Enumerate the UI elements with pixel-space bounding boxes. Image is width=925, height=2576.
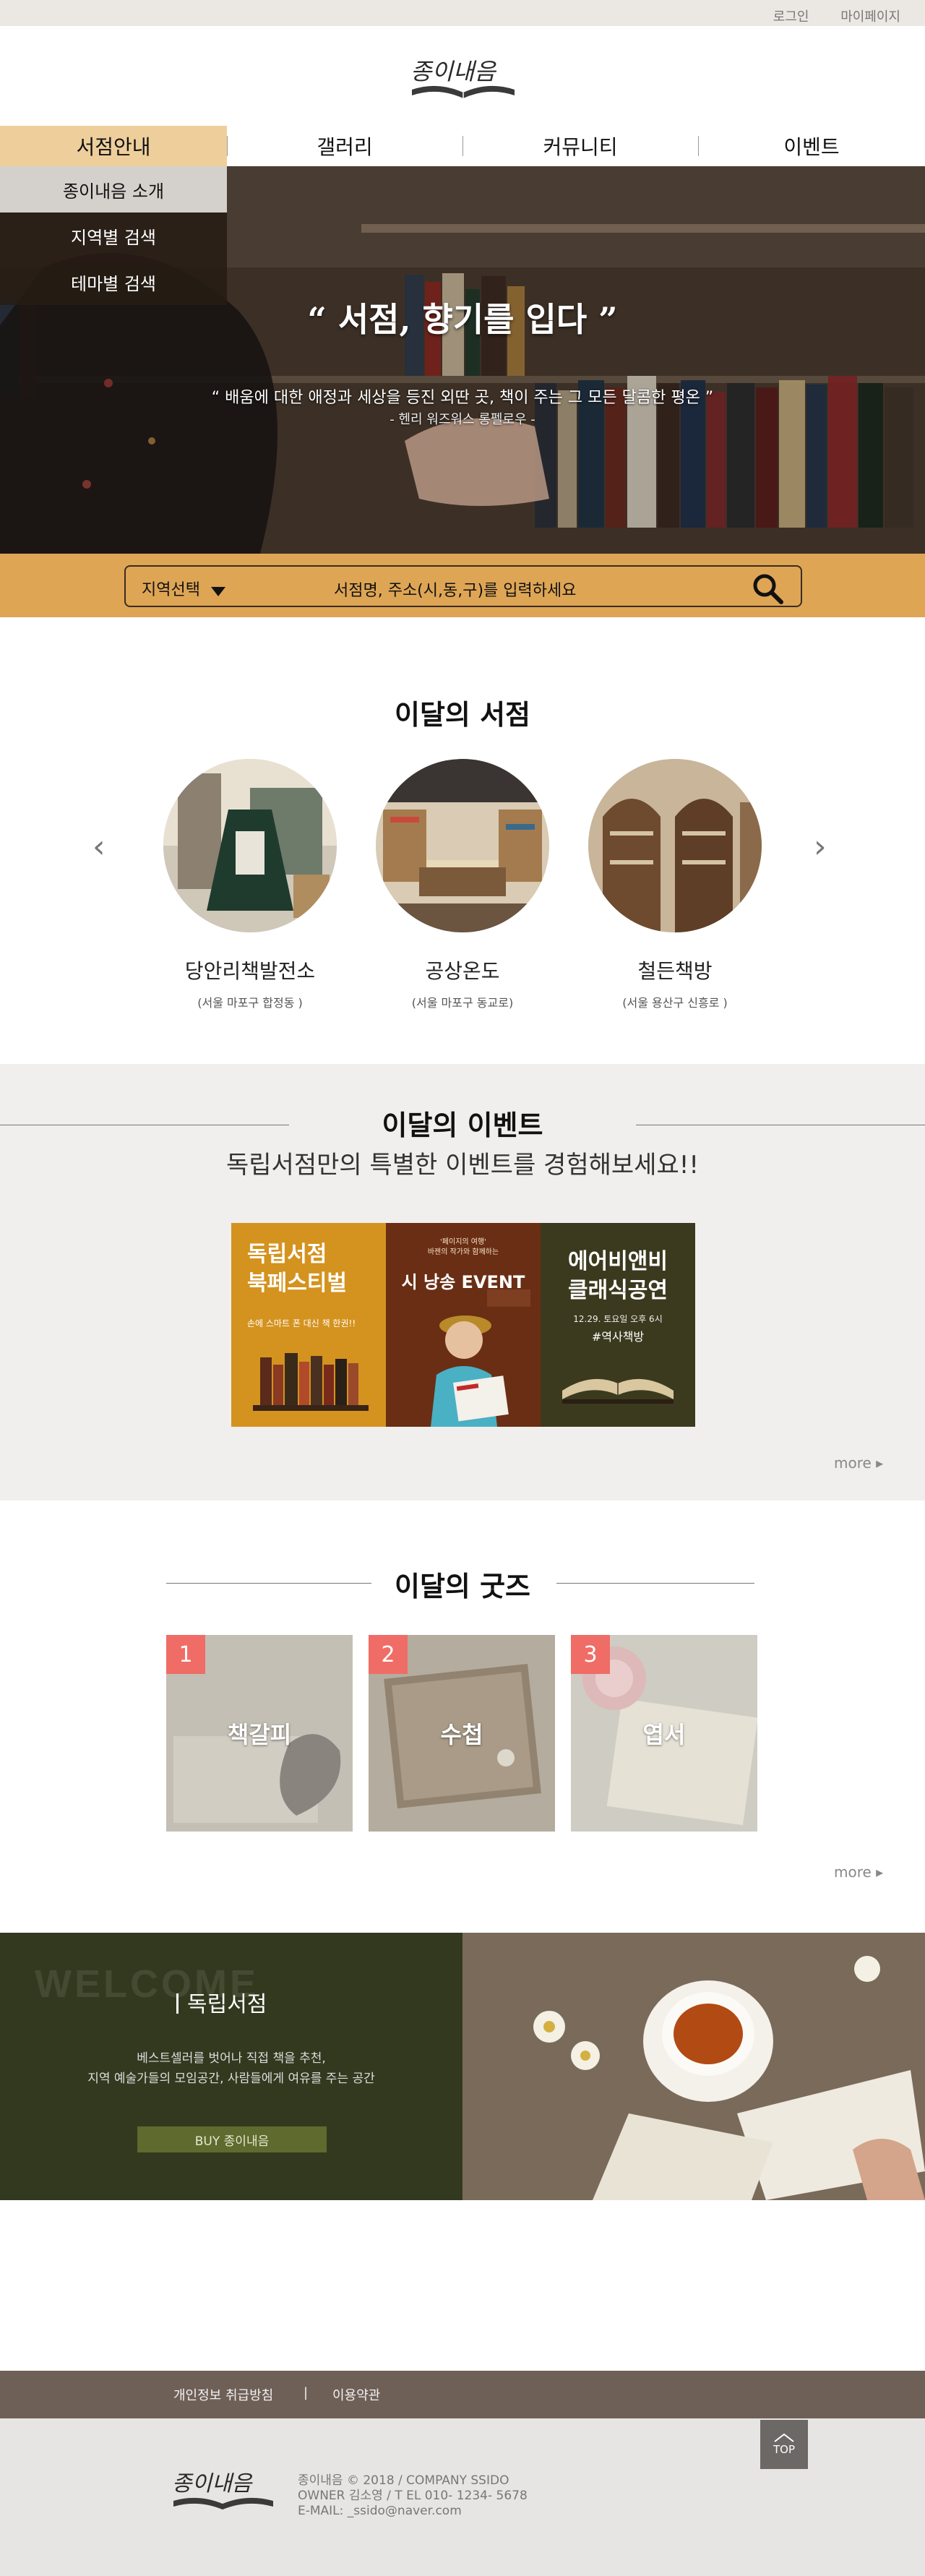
company-info-line2: OWNER 김소영 / T EL 010- 1234- 5678 [298,2489,528,2503]
company-info-line3: E-MAIL: _ssido@naver.com [298,2504,462,2518]
goods-card-notebook[interactable]: 수첩 2 [369,1635,555,1832]
goods-number-badge: 1 [166,1635,205,1674]
goods-card-bookmark[interactable]: 책갈피 1 [166,1635,353,1832]
nav-item-event[interactable]: 이벤트 [698,126,925,166]
store-photo [163,759,337,932]
welcome-tea-photo [462,1933,925,2200]
welcome-description: 베스트셀러를 벗어나 직접 책을 추천, 지역 예술가들의 모임공간, 사람들에… [0,2048,462,2089]
back-to-top-button[interactable]: TOP [760,2420,808,2469]
store-address: (서울 용산구 신흥로 ) [622,996,728,1010]
company-info-line1: 종이내음 © 2018 / COMPANY SSIDO [298,2473,509,2488]
top-utility-bar: 로그인 마이페이지 [0,0,925,26]
buy-button[interactable]: BUY 종이내음 [137,2126,327,2152]
utility-links: 로그인 마이페이지 [746,7,900,25]
chevron-left-icon[interactable]: ‹ [92,828,106,865]
goods-card-postcard[interactable]: 엽서 3 [571,1635,757,1832]
search-bar: 지역선택 서점명, 주소(시,동,구)를 입력하세요 [0,554,925,617]
store-name: 당안리책발전소 [184,959,316,983]
mypage-link[interactable]: 마이페이지 [840,9,900,25]
search-icon[interactable] [752,572,783,604]
events-subtitle: 독립서점만의 특별한 이벤트를 경험해보세요!! [225,1151,699,1180]
footer-logo: 종이내음 [172,2471,273,2510]
dropdown-item-region-search[interactable]: 지역별 검색 [0,212,227,259]
svg-text:종이내음: 종이내음 [410,58,496,85]
nav-dropdown: 종이내음 소개 지역별 검색 테마별 검색 [0,166,227,305]
poet-photo [431,1289,530,1427]
events-more-link[interactable]: more ▸ [834,1454,883,1472]
goods-number-badge: 3 [571,1635,610,1674]
event-banner-concert[interactable]: 에어비앤비 클래식공연 12.29. 토요일 오후 6시 #역사책방 [541,1223,695,1427]
store-card[interactable]: 철든책방 (서울 용산구 신흥로 ) [588,759,762,1010]
open-book-illustration [562,1378,674,1404]
store-card[interactable]: 당안리책발전소 (서울 마포구 합정동 ) [163,759,337,1010]
store-card[interactable]: 공상온도 (서울 마포구 동교로) [376,759,549,1010]
login-link[interactable]: 로그인 [773,9,809,25]
hero-subquote: “ 배움에 대한 애정과 세상을 등진 외딴 곳, 책이 주는 그 모든 달콤한… [211,389,714,407]
nav-item-community[interactable]: 커뮤니티 [462,126,698,166]
search-input[interactable]: 서점명, 주소(시,동,구)를 입력하세요 [334,578,577,601]
welcome-line2: 지역 예술가들의 모임공간, 사람들에게 여유를 주는 공간 [87,2071,375,2086]
dropdown-item-intro[interactable]: 종이내음 소개 [0,166,227,212]
stores-section-title: 이달의 서점 [394,699,531,731]
store-address: (서울 마포구 동교로) [411,996,514,1010]
welcome-section: WELCOME 독립서점 베스트셀러를 벗어나 직접 책을 추천, 지역 예술가… [0,1933,462,2200]
store-name: 공상온도 [425,959,500,983]
logo-book-icon: 종이내음 [410,58,515,98]
search-box: 지역선택 서점명, 주소(시,동,구)를 입력하세요 [124,565,802,607]
main-nav: 서점안내 갤러리 커뮤니티 이벤트 [0,126,925,166]
store-photo [588,759,762,932]
event-banner-poetry[interactable]: '페이지의 여행' 바젠의 작가와 함께하는 시 낭송 EVENT [386,1223,541,1427]
goods-number-badge: 2 [369,1635,408,1674]
footer-divider: | [304,2385,309,2400]
goods-section-title: 이달의 굿즈 [394,1571,531,1602]
hero-author: - 헨리 워즈워스 롱펠로우 - [390,412,535,427]
terms-link[interactable]: 이용약관 [332,2385,380,2404]
privacy-policy-link[interactable]: 개인정보 취급방침 [173,2385,273,2404]
welcome-title-text: 독립서점 [187,1992,267,2017]
chevron-up-icon [774,2433,794,2442]
event-banner-festival[interactable]: 독립서점 북페스티벌 손에 스마트 폰 대신 책 한권!! [231,1223,386,1427]
region-select[interactable]: 지역선택 [142,577,225,600]
store-photo [376,759,549,932]
dropdown-item-theme-search[interactable]: 테마별 검색 [0,259,227,305]
store-address: (서울 마포구 합정동 ) [197,996,303,1010]
chevron-down-icon [210,587,225,596]
region-select-label: 지역선택 [142,581,200,599]
chevron-right-icon[interactable]: › [814,828,827,865]
goods-more-link[interactable]: more ▸ [834,1863,883,1881]
footer-links-bar: 개인정보 취급방침 | 이용약관 [0,2371,925,2418]
svg-text:종이내음: 종이내음 [172,2471,253,2496]
site-logo[interactable]: 종이내음 [406,48,520,110]
company-info: 종이내음 © 2018 / COMPANY SSIDO OWNER 김소영 / … [298,2473,528,2519]
welcome-line1: 베스트셀러를 벗어나 직접 책을 추천, [137,2051,326,2066]
nav-item-bookstore[interactable]: 서점안내 [0,126,227,166]
store-name: 철든책방 [637,959,713,983]
back-to-top-label: TOP [773,2443,795,2456]
events-section-title: 이달의 이벤트 [382,1109,543,1141]
books-illustration [253,1353,369,1411]
nav-item-gallery[interactable]: 갤러리 [227,126,462,166]
welcome-title: 독립서점 [176,1986,267,2018]
